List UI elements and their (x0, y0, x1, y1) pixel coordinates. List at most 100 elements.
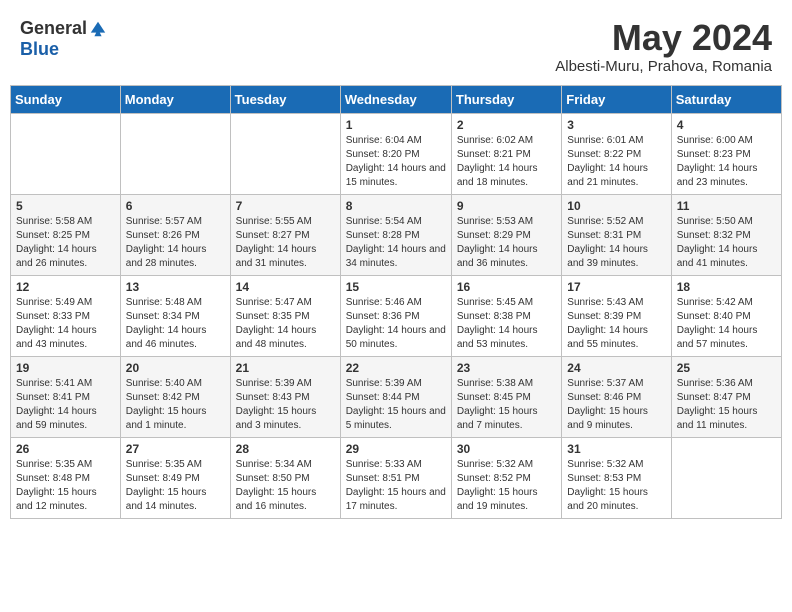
calendar-header-tuesday: Tuesday (230, 85, 340, 113)
calendar-cell: 8 Sunrise: 5:54 AMSunset: 8:28 PMDaylight… (340, 194, 451, 275)
day-number: 6 (126, 199, 225, 213)
calendar-cell: 10 Sunrise: 5:52 AMSunset: 8:31 PMDayligh… (562, 194, 671, 275)
day-info: Sunrise: 5:52 AMSunset: 8:31 PMDaylight:… (567, 215, 665, 271)
calendar-cell: 16 Sunrise: 5:45 AMSunset: 8:38 PMDayligh… (451, 275, 561, 356)
calendar-cell: 7 Sunrise: 5:55 AMSunset: 8:27 PMDaylight… (230, 194, 340, 275)
calendar-cell: 5 Sunrise: 5:58 AMSunset: 8:25 PMDaylight… (11, 194, 121, 275)
calendar-cell (671, 437, 781, 518)
day-info: Sunrise: 5:32 AMSunset: 8:53 PMDaylight:… (567, 458, 665, 514)
day-number: 22 (346, 361, 446, 375)
calendar-week-row: 12 Sunrise: 5:49 AMSunset: 8:33 PMDayligh… (11, 275, 782, 356)
day-info: Sunrise: 5:48 AMSunset: 8:34 PMDaylight:… (126, 296, 225, 352)
day-number: 27 (126, 442, 225, 456)
day-number: 29 (346, 442, 446, 456)
calendar-week-row: 26Sunrise: 5:35 AMSunset: 8:48 PMDayligh… (11, 437, 782, 518)
day-number: 30 (457, 442, 556, 456)
day-number: 15 (346, 280, 446, 294)
calendar-cell: 15 Sunrise: 5:46 AMSunset: 8:36 PMDayligh… (340, 275, 451, 356)
calendar-cell: 28Sunrise: 5:34 AMSunset: 8:50 PMDayligh… (230, 437, 340, 518)
day-number: 9 (457, 199, 556, 213)
day-number: 11 (677, 199, 776, 213)
calendar-cell: 20 Sunrise: 5:40 AMSunset: 8:42 PMDayligh… (120, 356, 230, 437)
logo-blue-text: Blue (20, 39, 59, 60)
calendar-cell: 26Sunrise: 5:35 AMSunset: 8:48 PMDayligh… (11, 437, 121, 518)
calendar-header-wednesday: Wednesday (340, 85, 451, 113)
day-info: Sunrise: 5:32 AMSunset: 8:52 PMDaylight:… (457, 458, 556, 514)
day-number: 31 (567, 442, 665, 456)
day-number: 18 (677, 280, 776, 294)
day-info: Sunrise: 5:50 AMSunset: 8:32 PMDaylight:… (677, 215, 776, 271)
day-number: 20 (126, 361, 225, 375)
day-number: 10 (567, 199, 665, 213)
title-area: May 2024 Albesti-Muru, Prahova, Romania (555, 18, 772, 75)
calendar-cell: 22 Sunrise: 5:39 AMSunset: 8:44 PMDayligh… (340, 356, 451, 437)
day-number: 2 (457, 118, 556, 132)
day-number: 25 (677, 361, 776, 375)
day-info: Sunrise: 6:01 AMSunset: 8:22 PMDaylight:… (567, 134, 665, 190)
calendar-cell (230, 113, 340, 194)
day-number: 3 (567, 118, 665, 132)
calendar-header-sunday: Sunday (11, 85, 121, 113)
calendar-week-row: 5 Sunrise: 5:58 AMSunset: 8:25 PMDaylight… (11, 194, 782, 275)
day-info: Sunrise: 5:46 AMSunset: 8:36 PMDaylight:… (346, 296, 446, 352)
logo: General Blue (20, 18, 107, 60)
calendar-cell: 23Sunrise: 5:38 AMSunset: 8:45 PMDayligh… (451, 356, 561, 437)
day-info: Sunrise: 5:39 AMSunset: 8:43 PMDaylight:… (236, 377, 335, 433)
calendar-table: SundayMondayTuesdayWednesdayThursdayFrid… (10, 85, 782, 519)
calendar-week-row: 19 Sunrise: 5:41 AMSunset: 8:41 PMDayligh… (11, 356, 782, 437)
day-info: Sunrise: 5:34 AMSunset: 8:50 PMDaylight:… (236, 458, 335, 514)
day-info: Sunrise: 5:36 AMSunset: 8:47 PMDaylight:… (677, 377, 776, 433)
day-info: Sunrise: 5:41 AMSunset: 8:41 PMDaylight:… (16, 377, 115, 433)
calendar-cell: 2 Sunrise: 6:02 AMSunset: 8:21 PMDaylight… (451, 113, 561, 194)
day-info: Sunrise: 5:39 AMSunset: 8:44 PMDaylight:… (346, 377, 446, 433)
calendar-header-monday: Monday (120, 85, 230, 113)
day-info: Sunrise: 5:35 AMSunset: 8:49 PMDaylight:… (126, 458, 225, 514)
day-info: Sunrise: 5:47 AMSunset: 8:35 PMDaylight:… (236, 296, 335, 352)
calendar-cell: 12 Sunrise: 5:49 AMSunset: 8:33 PMDayligh… (11, 275, 121, 356)
day-info: Sunrise: 6:02 AMSunset: 8:21 PMDaylight:… (457, 134, 556, 190)
day-info: Sunrise: 5:49 AMSunset: 8:33 PMDaylight:… (16, 296, 115, 352)
calendar-cell: 13Sunrise: 5:48 AMSunset: 8:34 PMDayligh… (120, 275, 230, 356)
day-info: Sunrise: 5:40 AMSunset: 8:42 PMDaylight:… (126, 377, 225, 433)
calendar-header-thursday: Thursday (451, 85, 561, 113)
day-number: 14 (236, 280, 335, 294)
day-info: Sunrise: 5:37 AMSunset: 8:46 PMDaylight:… (567, 377, 665, 433)
logo-general-text: General (20, 18, 87, 39)
calendar-cell: 3 Sunrise: 6:01 AMSunset: 8:22 PMDaylight… (562, 113, 671, 194)
calendar-cell: 31 Sunrise: 5:32 AMSunset: 8:53 PMDayligh… (562, 437, 671, 518)
calendar-header-saturday: Saturday (671, 85, 781, 113)
day-info: Sunrise: 6:04 AMSunset: 8:20 PMDaylight:… (346, 134, 446, 190)
calendar-cell: 21 Sunrise: 5:39 AMSunset: 8:43 PMDayligh… (230, 356, 340, 437)
calendar-cell: 29Sunrise: 5:33 AMSunset: 8:51 PMDayligh… (340, 437, 451, 518)
calendar-cell: 17Sunrise: 5:43 AMSunset: 8:39 PMDayligh… (562, 275, 671, 356)
calendar-cell: 4Sunrise: 6:00 AMSunset: 8:23 PMDaylight… (671, 113, 781, 194)
calendar-cell: 19 Sunrise: 5:41 AMSunset: 8:41 PMDayligh… (11, 356, 121, 437)
day-number: 12 (16, 280, 115, 294)
calendar-cell: 11 Sunrise: 5:50 AMSunset: 8:32 PMDayligh… (671, 194, 781, 275)
calendar-cell (11, 113, 121, 194)
day-number: 5 (16, 199, 115, 213)
day-number: 7 (236, 199, 335, 213)
page-header: General Blue May 2024 Albesti-Muru, Prah… (10, 10, 782, 81)
day-info: Sunrise: 5:57 AMSunset: 8:26 PMDaylight:… (126, 215, 225, 271)
day-info: Sunrise: 5:54 AMSunset: 8:28 PMDaylight:… (346, 215, 446, 271)
calendar-header-row: SundayMondayTuesdayWednesdayThursdayFrid… (11, 85, 782, 113)
day-info: Sunrise: 5:42 AMSunset: 8:40 PMDaylight:… (677, 296, 776, 352)
day-info: Sunrise: 5:55 AMSunset: 8:27 PMDaylight:… (236, 215, 335, 271)
logo-icon (89, 20, 107, 38)
calendar-cell: 14 Sunrise: 5:47 AMSunset: 8:35 PMDayligh… (230, 275, 340, 356)
day-info: Sunrise: 5:45 AMSunset: 8:38 PMDaylight:… (457, 296, 556, 352)
calendar-cell: 27 Sunrise: 5:35 AMSunset: 8:49 PMDayligh… (120, 437, 230, 518)
calendar-cell: 1 Sunrise: 6:04 AMSunset: 8:20 PMDaylight… (340, 113, 451, 194)
day-number: 16 (457, 280, 556, 294)
day-number: 1 (346, 118, 446, 132)
day-number: 21 (236, 361, 335, 375)
day-number: 19 (16, 361, 115, 375)
day-info: Sunrise: 5:58 AMSunset: 8:25 PMDaylight:… (16, 215, 115, 271)
calendar-cell: 9Sunrise: 5:53 AMSunset: 8:29 PMDaylight… (451, 194, 561, 275)
day-info: Sunrise: 5:35 AMSunset: 8:48 PMDaylight:… (16, 458, 115, 514)
day-number: 4 (677, 118, 776, 132)
day-number: 8 (346, 199, 446, 213)
location-title: Albesti-Muru, Prahova, Romania (555, 58, 772, 75)
day-info: Sunrise: 5:38 AMSunset: 8:45 PMDaylight:… (457, 377, 556, 433)
